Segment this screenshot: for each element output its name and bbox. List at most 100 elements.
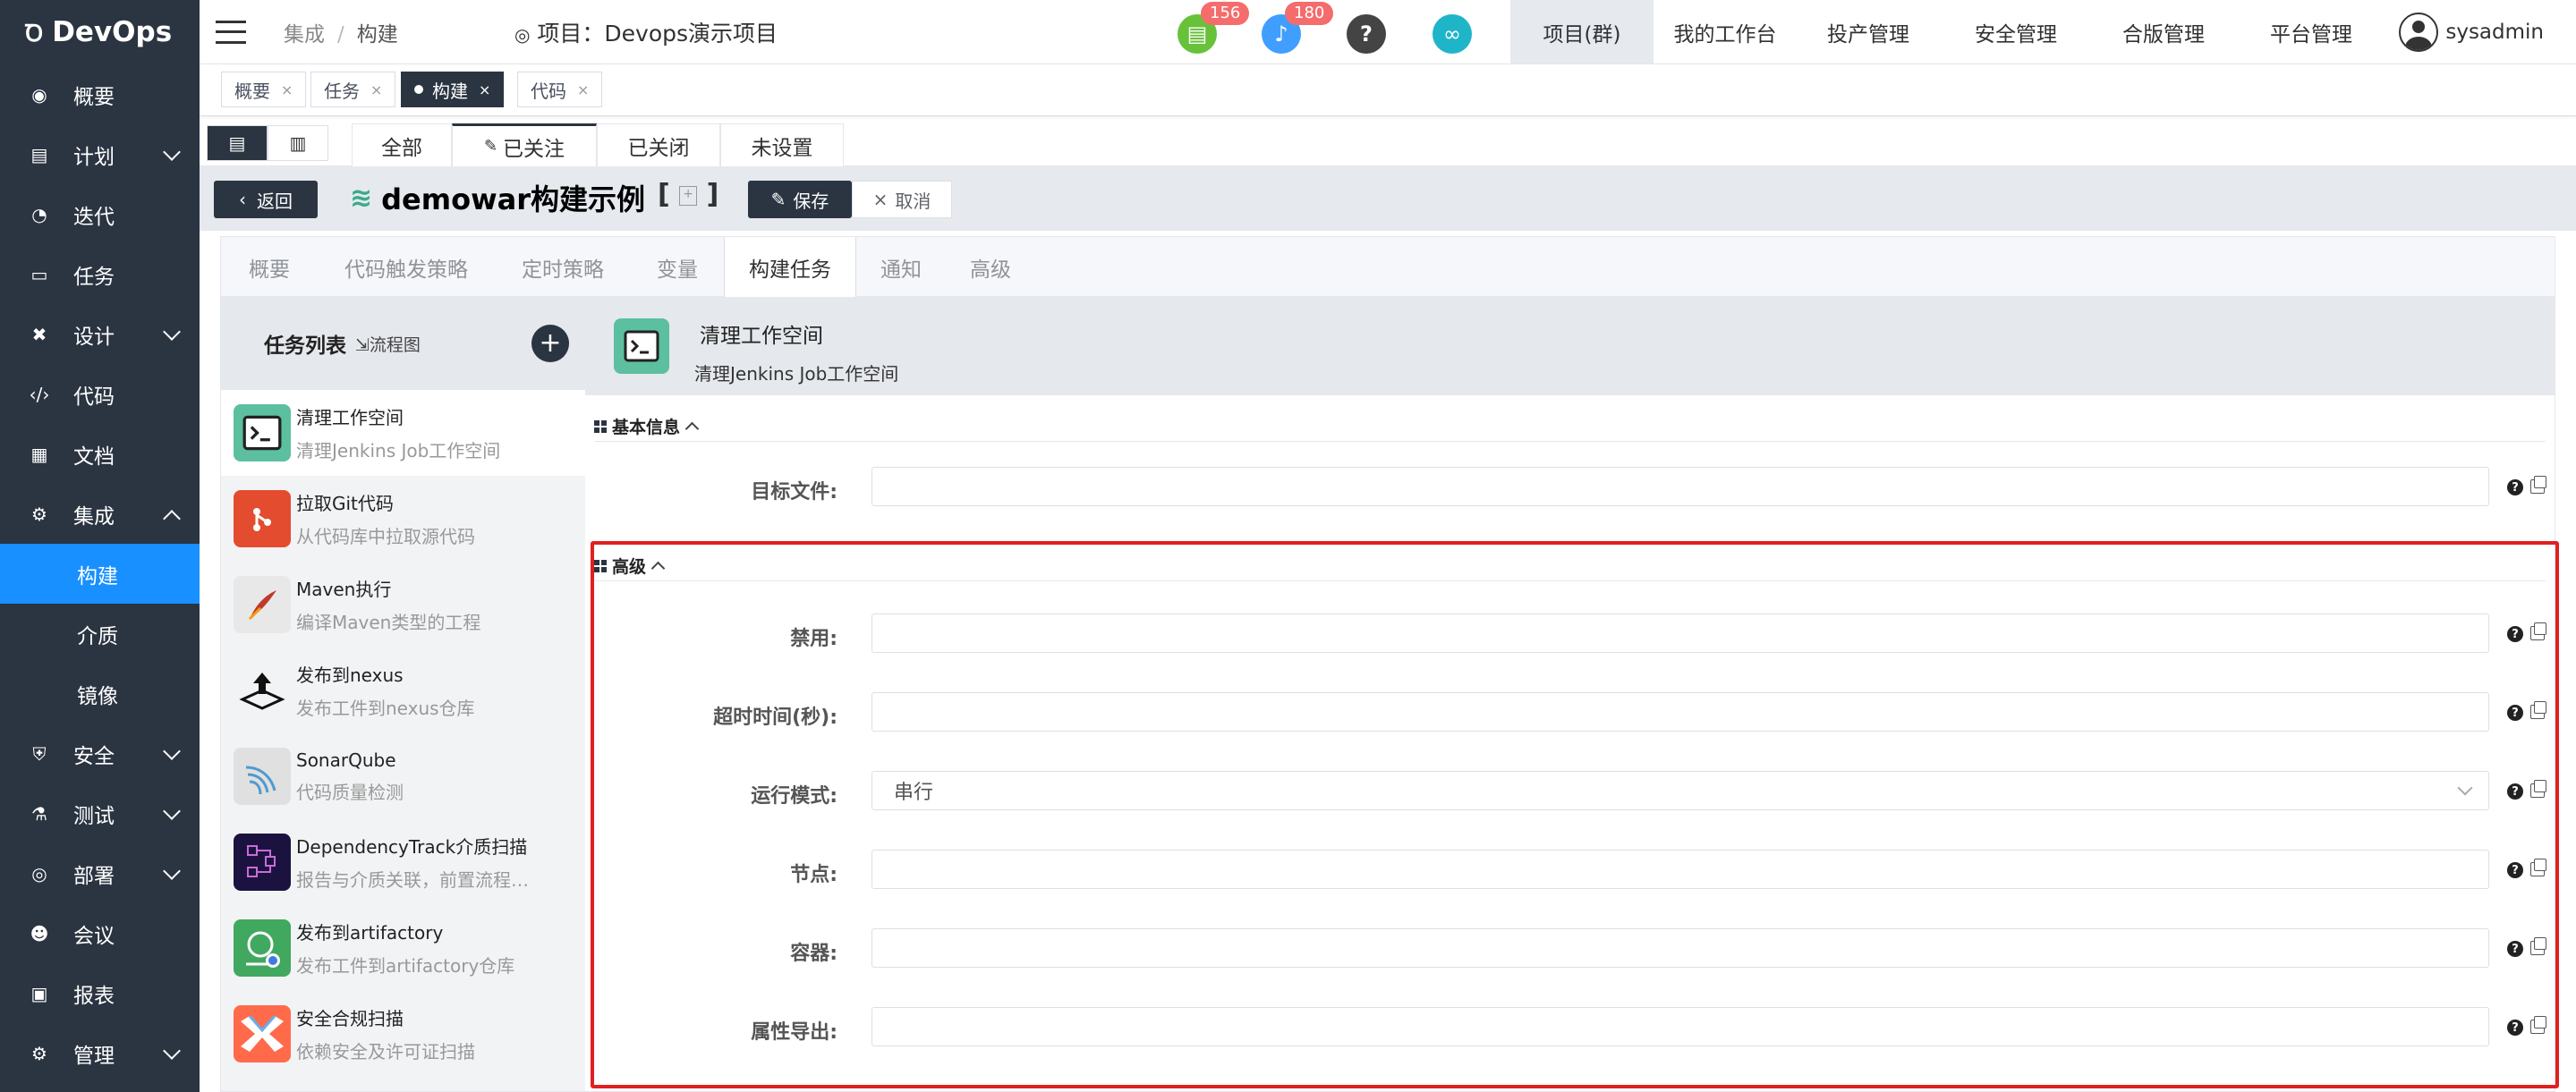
sidebar-item-overview[interactable]: ◉ 概要 (0, 64, 200, 124)
tab-build-tasks[interactable]: 构建任务 (724, 237, 856, 298)
tab-all[interactable]: 全部 (352, 123, 452, 166)
section-basic-info[interactable]: 基本信息 (594, 411, 2546, 442)
sidebar-subitem-build[interactable]: 构建 (0, 544, 200, 604)
section-advanced[interactable]: 高级 (594, 551, 2546, 581)
tab-schedule[interactable]: 定时策略 (495, 237, 631, 297)
copy-icon[interactable] (2530, 780, 2546, 798)
copy-icon[interactable] (2530, 937, 2546, 955)
task-item-git-pull[interactable]: 拉取Git代码 从代码库中拉取源代码 (221, 476, 585, 562)
tab-variables[interactable]: 变量 (631, 237, 724, 297)
sidebar-subitem-artifact[interactable]: 介质 (0, 604, 200, 664)
build-config-panel: 概要 代码触发策略 定时策略 变量 构建任务 通知 高级 任务列表 ⇲流程图 +… (220, 236, 2555, 1092)
menu-release-mgmt[interactable]: 投产管理 (1797, 0, 1940, 64)
breadcrumb-item[interactable]: 集成 (284, 23, 325, 47)
task-list-title: 任务列表 (264, 334, 346, 358)
sidebar-item-security[interactable]: ⛨ 安全 (0, 724, 200, 783)
sidebar-item-design[interactable]: ✖ 设计 (0, 304, 200, 364)
copy-icon[interactable] (2530, 701, 2546, 719)
sidebar-item-test[interactable]: ⚗ 测试 (0, 783, 200, 843)
sidebar-item-code[interactable]: ‹/› 代码 (0, 364, 200, 424)
help-icon[interactable]: ? (2507, 1020, 2523, 1036)
edit-title-toggle[interactable]: [ + ] (658, 179, 718, 210)
document-icon[interactable]: ▤ 156 (1177, 2, 1250, 54)
copy-icon[interactable] (2530, 622, 2546, 640)
menu-security-mgmt[interactable]: 安全管理 (1944, 0, 2087, 64)
copy-icon[interactable] (2530, 859, 2546, 876)
flowchart-icon: ⇲ (355, 334, 370, 355)
task-item-clean-workspace[interactable]: 清理工作空间 清理Jenkins Job工作空间 (221, 390, 585, 476)
task-item-compliance-scan[interactable]: 安全合规扫描 依赖安全及许可证扫描 (221, 991, 585, 1077)
input-timeout[interactable] (871, 692, 2489, 732)
save-button[interactable]: ✎ 保存 (748, 181, 852, 218)
user-menu[interactable]: sysadmin (2399, 0, 2544, 64)
sidebar-item-integration[interactable]: ⚙ 集成 (0, 484, 200, 544)
app-logo[interactable]: Ꝺ DevOps (0, 0, 200, 64)
input-target-file[interactable] (871, 467, 2489, 506)
copy-icon[interactable] (2530, 1016, 2546, 1034)
task-item-maven[interactable]: Maven执行 编译Maven类型的工程 (221, 562, 585, 648)
card-view-button[interactable]: ▥ (268, 125, 328, 161)
menu-my-workbench[interactable]: 我的工作台 (1654, 0, 1797, 64)
sidebar-item-admin[interactable]: ⚙ 管理 (0, 1023, 200, 1083)
tab-followed[interactable]: ✎ 已关注 (452, 123, 597, 166)
task-item-dependency-track[interactable]: DependencyTrack介质扫描 报告与介质关联，前置流程必… (221, 819, 585, 905)
help-icon[interactable]: ? (2507, 705, 2523, 721)
help-icon[interactable]: ? (2507, 479, 2523, 495)
tab-unset[interactable]: 未设置 (720, 123, 844, 166)
input-export-props[interactable] (871, 1007, 2489, 1046)
help-icon[interactable]: ? (2507, 862, 2523, 878)
copy-icon[interactable] (2530, 476, 2546, 494)
menu-platform-mgmt[interactable]: 平台管理 (2240, 0, 2383, 64)
select-run-mode[interactable]: 串行 (871, 771, 2489, 810)
input-disabled[interactable] (871, 614, 2489, 653)
task-item-text: 安全合规扫描 依赖安全及许可证扫描 (296, 1004, 538, 1063)
tab-closed[interactable]: 已关闭 (597, 123, 720, 166)
sidebar-item-meeting[interactable]: ☻ 会议 (0, 903, 200, 963)
list-view-button[interactable]: ▤ (207, 125, 268, 161)
help-icon[interactable]: ? (2507, 626, 2523, 642)
tab-notify[interactable]: 通知 (856, 237, 946, 297)
task-item-nexus[interactable]: 发布到nexus 发布工件到nexus仓库 (221, 648, 585, 733)
input-container[interactable] (871, 928, 2489, 968)
sidebar-item-docs[interactable]: ▦ 文档 (0, 424, 200, 484)
flowchart-link[interactable]: ⇲流程图 (355, 332, 421, 356)
sidebar-item-plan[interactable]: ▤ 计划 (0, 124, 200, 184)
tag-overview[interactable]: 概要 × (221, 72, 307, 107)
menu-merge-mgmt[interactable]: 合版管理 (2092, 0, 2235, 64)
task-item-sonarqube[interactable]: SonarQube 代码质量检测 (221, 733, 585, 819)
tab-summary[interactable]: 概要 (221, 237, 318, 297)
back-button[interactable]: ‹ 返回 (214, 181, 318, 218)
close-icon[interactable]: × (281, 81, 293, 98)
artifactory-icon (234, 919, 291, 977)
menu-project-group[interactable]: 项目(群) (1510, 0, 1654, 64)
bell-icon[interactable]: ♪ 180 (1262, 2, 1334, 54)
project-selector[interactable]: ◎ 项目：Devops演示项目 (514, 16, 778, 48)
task-item-text: 拉取Git代码 从代码库中拉取源代码 (296, 489, 538, 548)
close-icon[interactable]: × (479, 81, 490, 98)
sidebar-item-report[interactable]: ▣ 报表 (0, 963, 200, 1023)
close-icon[interactable]: × (577, 81, 589, 98)
help-icon[interactable]: ? (2507, 941, 2523, 957)
form-row-timeout: 超时时间(秒):? (585, 692, 2555, 733)
sidebar-item-deploy[interactable]: ◎ 部署 (0, 843, 200, 903)
help-icon[interactable]: ? (2507, 783, 2523, 800)
input-node[interactable] (871, 850, 2489, 889)
shield-icon: ⛨ (32, 742, 47, 765)
cancel-button[interactable]: × 取消 (852, 181, 952, 218)
hamburger-icon[interactable] (216, 20, 246, 44)
tag-task[interactable]: 任务 × (310, 72, 396, 107)
close-icon[interactable]: × (370, 81, 382, 98)
card-icon: ▥ (289, 132, 307, 154)
add-task-button[interactable]: + (531, 325, 569, 362)
tag-code[interactable]: 代码 × (517, 72, 603, 107)
task-item-artifactory[interactable]: 发布到artifactory 发布工件到artifactory仓库 (221, 905, 585, 991)
active-dot-icon (414, 85, 423, 94)
sidebar-item-task[interactable]: ▭ 任务 (0, 244, 200, 304)
sidebar-item-iteration[interactable]: ◔ 迭代 (0, 184, 200, 244)
link-icon[interactable]: ∞ (1433, 14, 1472, 54)
tab-code-trigger[interactable]: 代码触发策略 (318, 237, 495, 297)
help-icon[interactable]: ? (1347, 14, 1386, 54)
tab-advanced[interactable]: 高级 (946, 237, 1035, 297)
tag-build[interactable]: 构建 × (401, 72, 505, 107)
sidebar-subitem-image[interactable]: 镜像 (0, 664, 200, 724)
